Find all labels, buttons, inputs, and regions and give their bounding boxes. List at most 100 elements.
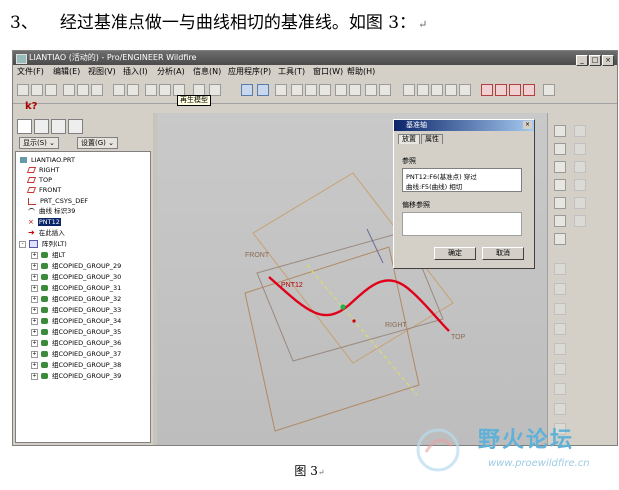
menu-applications[interactable]: 应用程序(P)	[228, 65, 271, 78]
folder-tab-icon[interactable]	[34, 119, 49, 134]
menu-help[interactable]: 帮助(H)	[347, 65, 375, 78]
datum-axis-tool-icon[interactable]	[554, 143, 566, 155]
mirror-tool-icon[interactable]	[574, 143, 586, 155]
menu-view[interactable]: 视图(V)	[88, 65, 116, 78]
draft-tool-icon[interactable]	[554, 403, 566, 415]
tree-item-group[interactable]: + 组COPIED_GROUP_29	[31, 262, 121, 271]
expand-icon[interactable]: +	[31, 372, 38, 380]
tab-placement[interactable]: 放置	[398, 134, 420, 144]
tree-item-pnt12[interactable]: × PNT12	[28, 218, 61, 227]
tree-item-group[interactable]: + 组COPIED_GROUP_37	[31, 350, 121, 359]
reference-item[interactable]: 曲线:F5(曲线) 相切	[406, 181, 462, 191]
save-icon[interactable]	[45, 84, 57, 96]
tree-item-csys[interactable]: PRT_CSYS_DEF	[28, 197, 88, 206]
menu-edit[interactable]: 编辑(E)	[53, 65, 80, 78]
help-context-icon[interactable]	[543, 84, 555, 96]
tree-item-group[interactable]: + 组COPIED_GROUP_38	[31, 361, 121, 370]
email-icon[interactable]	[77, 84, 89, 96]
datum-plane-display-icon[interactable]	[481, 84, 493, 96]
zoom-in-icon[interactable]	[291, 84, 303, 96]
saved-views-icon[interactable]	[349, 84, 361, 96]
favorites-tab-icon[interactable]	[51, 119, 66, 134]
datum-point-tool-icon[interactable]	[554, 179, 566, 191]
dialog-close-icon[interactable]: ×	[523, 121, 532, 129]
expand-icon[interactable]: +	[31, 251, 38, 259]
reorient-icon[interactable]	[335, 84, 347, 96]
tree-item-group[interactable]: + 组COPIED_GROUP_39	[31, 372, 121, 381]
tab-properties[interactable]: 属性	[421, 134, 443, 144]
redo-icon[interactable]	[127, 84, 139, 96]
rib-tool-icon[interactable]	[554, 383, 566, 395]
ok-button[interactable]: 确定	[434, 247, 476, 260]
menu-file[interactable]: 文件(F)	[17, 65, 44, 78]
expand-icon[interactable]: +	[31, 295, 38, 303]
sketched-datum-icon[interactable]	[554, 233, 566, 245]
tree-item-pattern[interactable]: - 阵列(LT)	[19, 240, 67, 249]
expand-icon[interactable]: +	[31, 317, 38, 325]
refit-icon[interactable]	[319, 84, 331, 96]
tree-item-part[interactable]: LIANTIAO.PRT	[20, 156, 75, 165]
shell-tool-icon[interactable]	[554, 363, 566, 375]
tree-item-right[interactable]: RIGHT	[26, 166, 59, 175]
whats-this-icon[interactable]: k?	[25, 101, 37, 112]
references-list[interactable]: PNT12:F6(基准点) 穿过 曲线:F5(曲线) 相切	[402, 168, 522, 192]
expand-icon[interactable]: +	[31, 328, 38, 336]
extend-tool-icon[interactable]	[574, 215, 586, 227]
hole-tool-icon[interactable]	[554, 343, 566, 355]
show-dropdown-button[interactable]: 显示(S) ⌄	[19, 137, 59, 149]
model-tree-tab-icon[interactable]	[17, 119, 32, 134]
tree-item-group[interactable]: + 组COPIED_GROUP_30	[31, 273, 121, 282]
tree-item-group[interactable]: + 组COPIED_GROUP_31	[31, 284, 121, 293]
reference-item[interactable]: PNT12:F6(基准点) 穿过	[406, 171, 477, 181]
datum-point-display-icon[interactable]	[509, 84, 521, 96]
display-style-icon[interactable]	[241, 84, 253, 96]
sketch-tool-icon[interactable]	[574, 125, 586, 137]
blend-tool-icon[interactable]	[554, 323, 566, 335]
cancel-button[interactable]: 取消	[482, 247, 524, 260]
cut-icon[interactable]	[145, 84, 157, 96]
tree-item-curve[interactable]: 曲线 标识39	[28, 207, 75, 216]
tree-item-insert-here[interactable]: ➜ 在此插入	[28, 229, 65, 238]
tree-item-group[interactable]: + 组COPIED_GROUP_33	[31, 306, 121, 315]
expand-icon[interactable]: +	[31, 339, 38, 347]
datum-curve-tool-icon[interactable]	[554, 161, 566, 173]
tree-item-group[interactable]: + 组COPIED_GROUP_36	[31, 339, 121, 348]
enhanced-shading-icon[interactable]	[459, 84, 471, 96]
expand-icon[interactable]: +	[31, 361, 38, 369]
undo-icon[interactable]	[113, 84, 125, 96]
expand-icon[interactable]: +	[31, 284, 38, 292]
orient-icon[interactable]	[275, 84, 287, 96]
paste-icon[interactable]	[159, 84, 171, 96]
menu-analysis[interactable]: 分析(A)	[157, 65, 185, 78]
hidden-line-icon[interactable]	[417, 84, 429, 96]
expand-icon[interactable]: +	[31, 262, 38, 270]
layers-icon[interactable]	[365, 84, 377, 96]
csys-tool-icon[interactable]	[554, 197, 566, 209]
tree-item-top[interactable]: TOP	[26, 176, 52, 185]
tree-item-group[interactable]: + 组LT	[31, 251, 65, 260]
spin-center-icon[interactable]	[257, 84, 269, 96]
merge-tool-icon[interactable]	[574, 161, 586, 173]
connections-tab-icon[interactable]	[68, 119, 83, 134]
datum-plane-tool-icon[interactable]	[554, 125, 566, 137]
tree-item-group[interactable]: + 组COPIED_GROUP_32	[31, 295, 121, 304]
no-hidden-icon[interactable]	[431, 84, 443, 96]
extrude-tool-icon[interactable]	[554, 263, 566, 275]
new-icon[interactable]	[17, 84, 29, 96]
wireframe-icon[interactable]	[403, 84, 415, 96]
view-manager-icon[interactable]	[379, 84, 391, 96]
menu-tools[interactable]: 工具(T)	[278, 65, 305, 78]
tree-item-group[interactable]: + 组COPIED_GROUP_35	[31, 328, 121, 337]
expand-icon[interactable]: +	[31, 306, 38, 314]
revolve-tool-icon[interactable]	[554, 283, 566, 295]
expand-icon[interactable]: +	[31, 273, 38, 281]
sweep-tool-icon[interactable]	[554, 303, 566, 315]
tree-item-group[interactable]: + 组COPIED_GROUP_34	[31, 317, 121, 326]
collapse-icon[interactable]: -	[19, 240, 26, 248]
trim-tool-icon[interactable]	[574, 179, 586, 191]
csys-display-icon[interactable]	[523, 84, 535, 96]
settings-dropdown-button[interactable]: 设置(G) ⌄	[77, 137, 118, 149]
copy-icon[interactable]	[91, 84, 103, 96]
menu-insert[interactable]: 插入(I)	[123, 65, 148, 78]
expand-icon[interactable]: +	[31, 350, 38, 358]
